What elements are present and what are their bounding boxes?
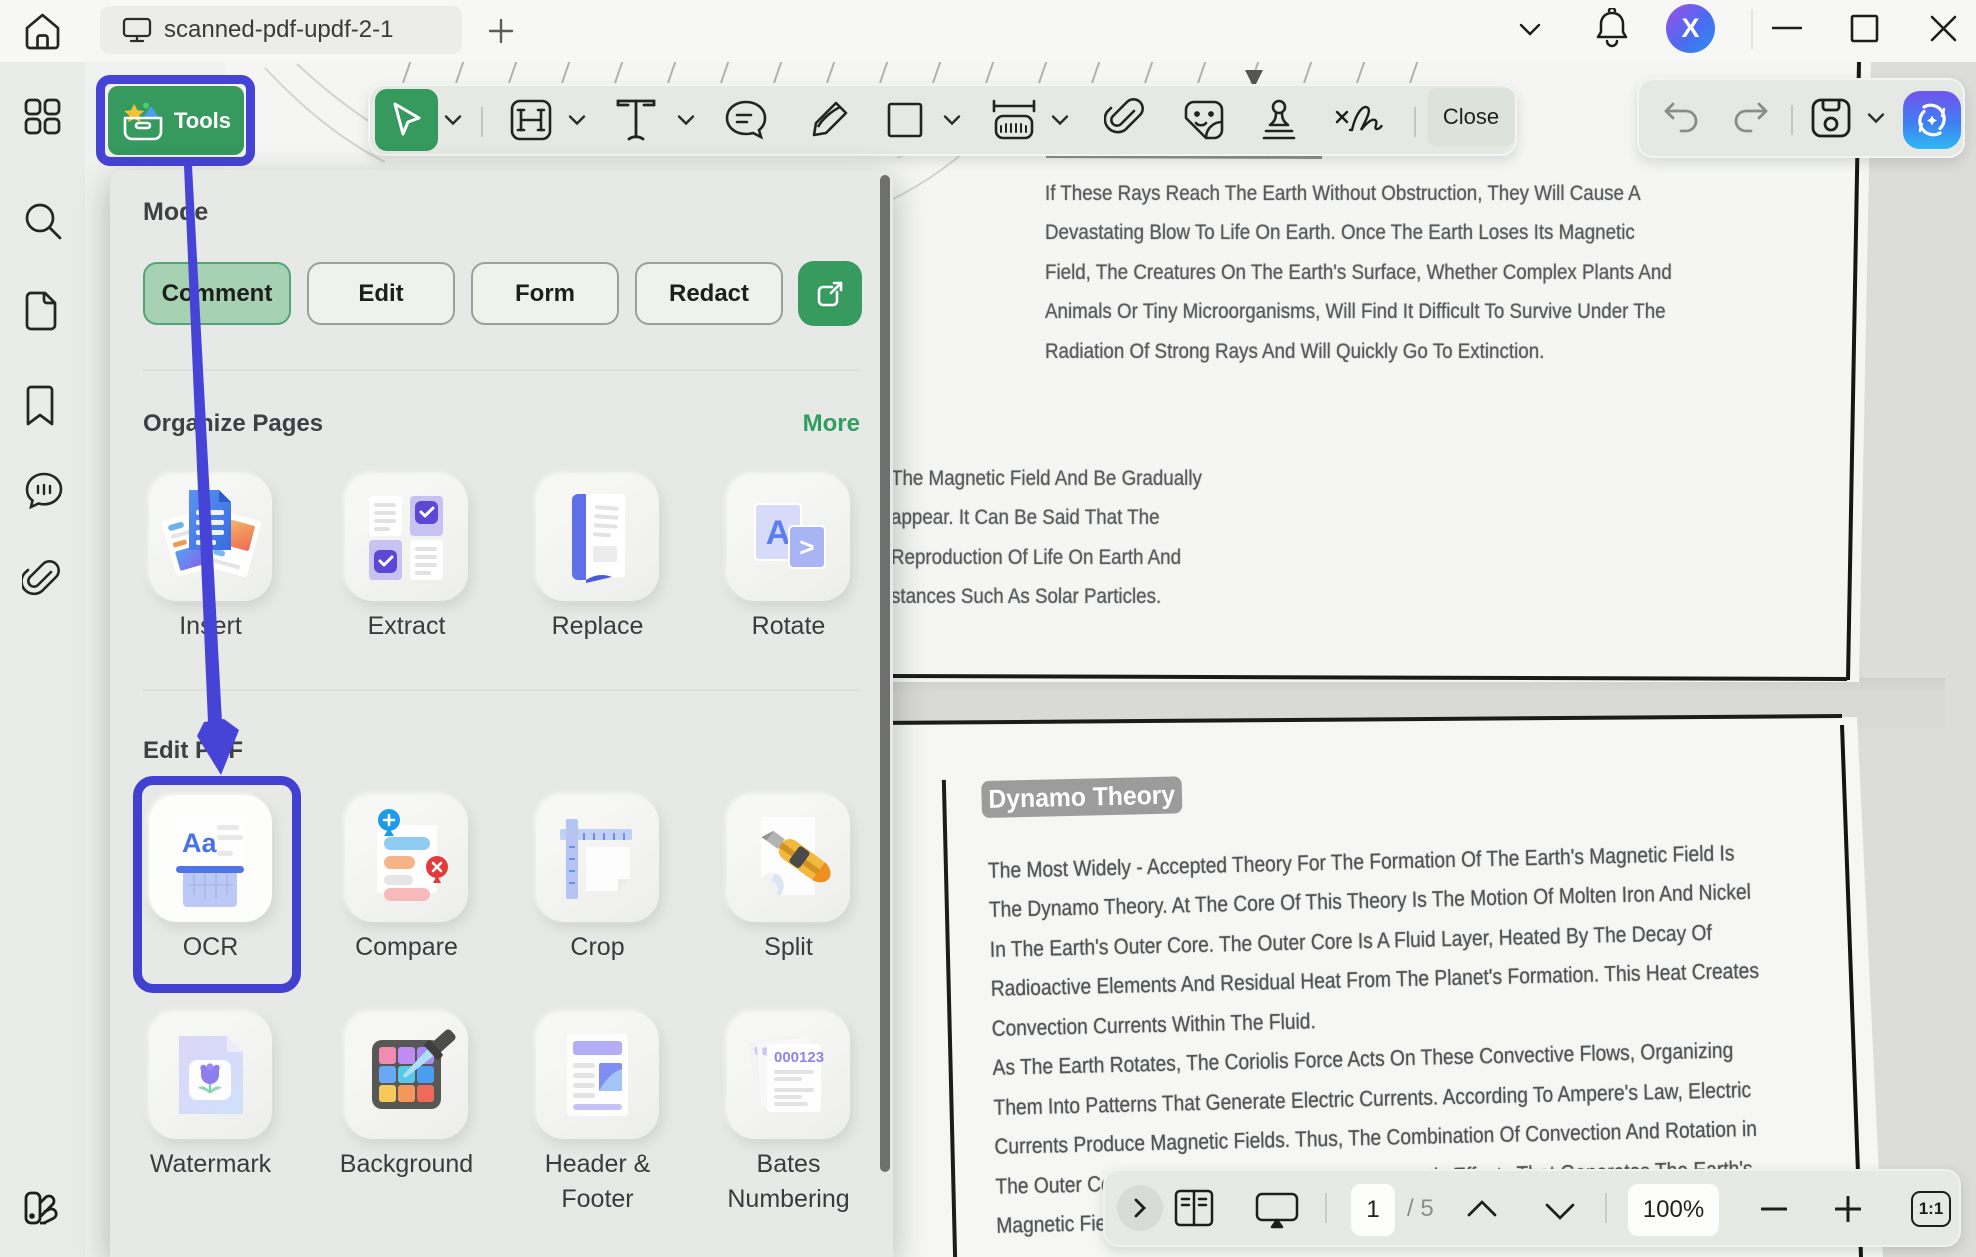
svg-text:A: A <box>766 514 791 552</box>
svg-text:000123: 000123 <box>774 1049 824 1066</box>
svg-text:>: > <box>799 532 814 562</box>
